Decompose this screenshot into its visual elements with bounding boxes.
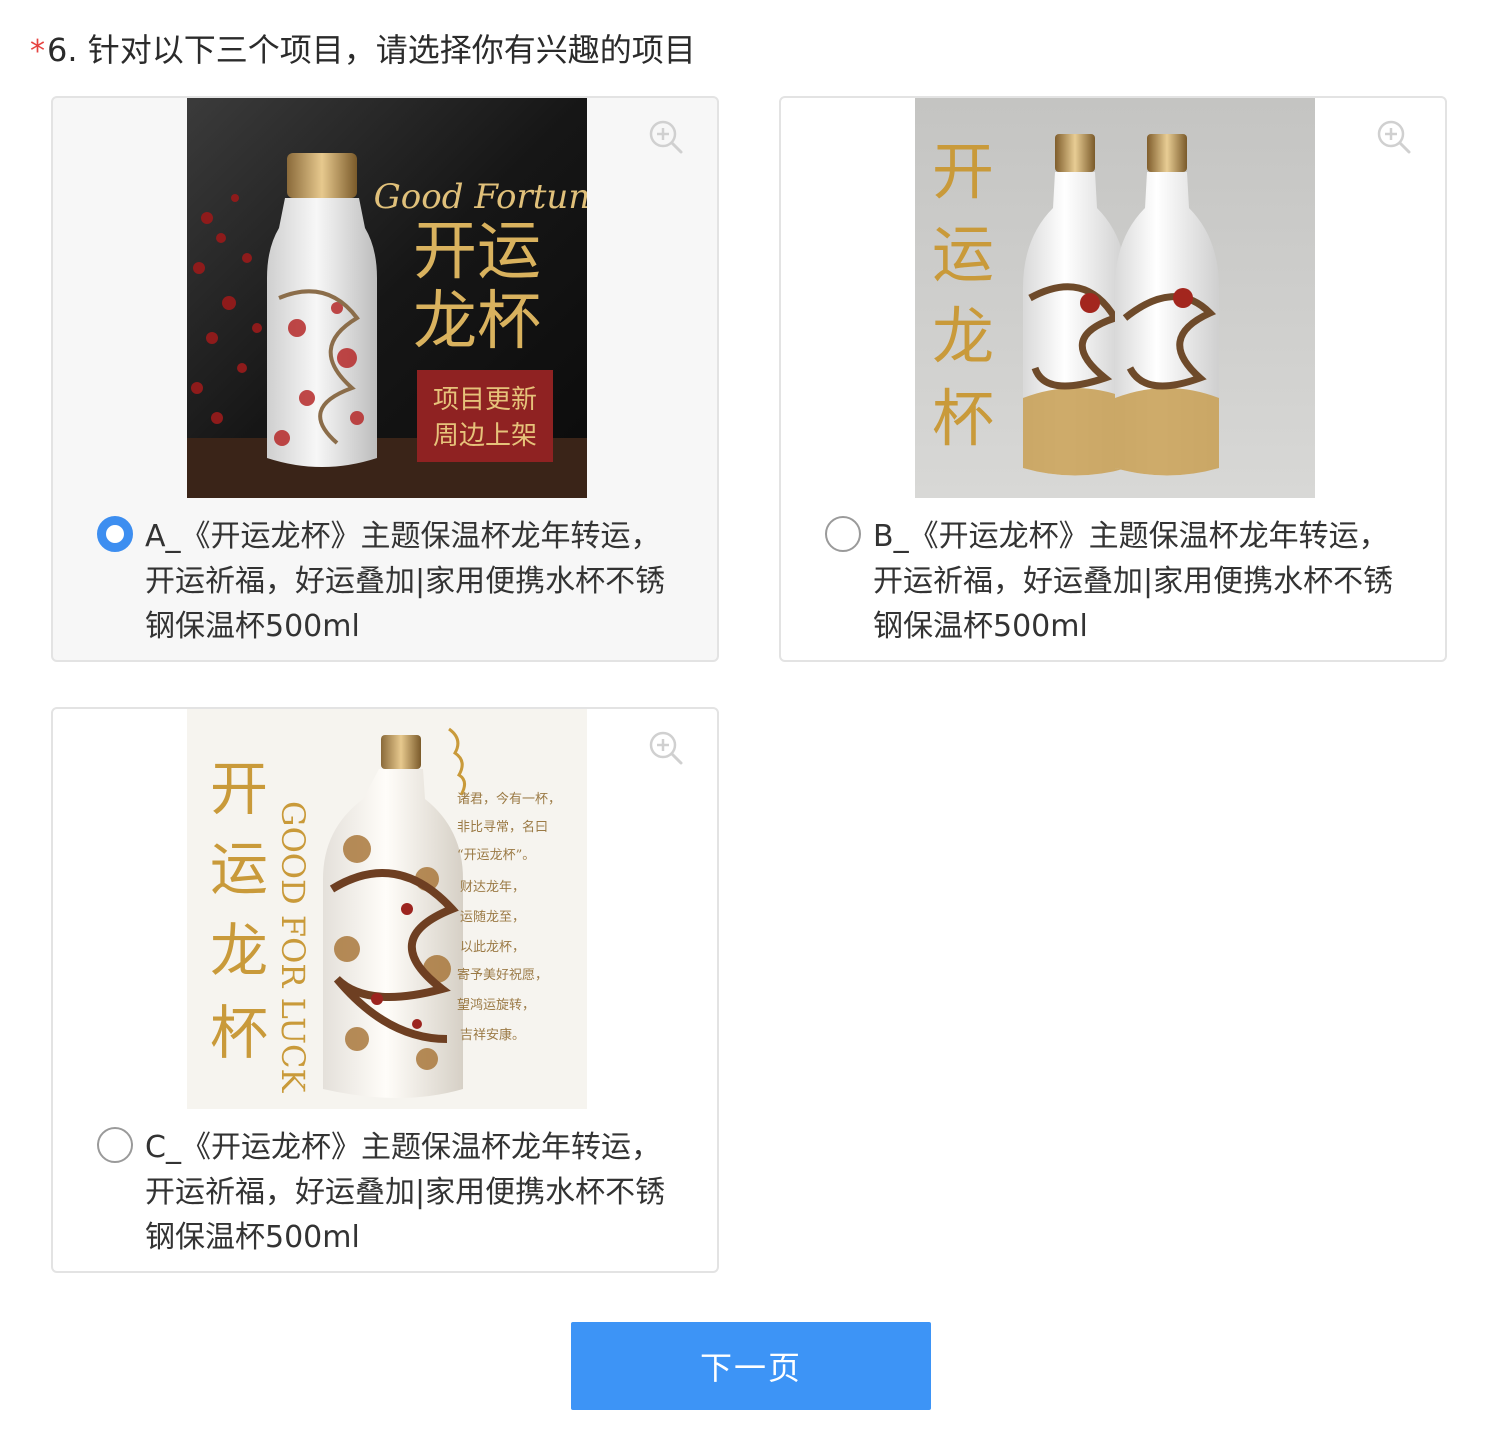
option-b-label[interactable]: B_《开运龙杯》主题保温杯龙年转运，开运祈福，好运叠加|家用便携水杯不锈钢保温杯… bbox=[873, 514, 1403, 649]
option-c-char-1: 开 bbox=[210, 755, 268, 823]
poem-line-8: 望鸿运旋转， bbox=[457, 997, 535, 1013]
option-a-brand-text: Good Fortune bbox=[374, 177, 587, 217]
option-a-illustration: Good Fortune 开运 龙杯 项目更新 周边上架 bbox=[187, 98, 587, 498]
zoom-in-icon[interactable] bbox=[1375, 118, 1413, 156]
required-asterisk: * bbox=[30, 34, 45, 69]
option-c-illustration: 开 运 龙 杯 GOOD FOR LUCK 诸君，今有一杯， 非比寻常，名曰 “… bbox=[187, 709, 587, 1109]
option-c-english-text: GOOD FOR LUCK bbox=[274, 801, 312, 1094]
option-b-char-1: 开 bbox=[932, 135, 994, 208]
option-c-char-3: 龙 bbox=[210, 917, 268, 985]
option-c-image[interactable]: 开 运 龙 杯 GOOD FOR LUCK 诸君，今有一杯， 非比寻常，名曰 “… bbox=[187, 709, 587, 1109]
radio-button-c[interactable] bbox=[97, 1127, 133, 1163]
poem-line-2: 非比寻常，名曰 bbox=[457, 819, 548, 835]
option-b-image[interactable]: 开 运 龙 杯 bbox=[915, 98, 1315, 498]
poem-line-1: 诸君，今有一杯， bbox=[457, 791, 561, 807]
question-title: *6. 针对以下三个项目，请选择你有兴趣的项目 bbox=[30, 28, 696, 74]
option-a-label[interactable]: A_《开运龙杯》主题保温杯龙年转运，开运祈福，好运叠加|家用便携水杯不锈钢保温杯… bbox=[145, 514, 675, 649]
radio-button-b[interactable] bbox=[825, 516, 861, 552]
survey-page: *6. 针对以下三个项目，请选择你有兴趣的项目 Good Fortune 开运 … bbox=[0, 0, 1498, 1450]
option-c-label[interactable]: C_《开运龙杯》主题保温杯龙年转运，开运祈福，好运叠加|家用便携水杯不锈钢保温杯… bbox=[145, 1125, 675, 1260]
option-b-char-4: 杯 bbox=[932, 382, 994, 455]
option-a-image[interactable]: Good Fortune 开运 龙杯 项目更新 周边上架 bbox=[187, 98, 587, 498]
option-c-char-4: 杯 bbox=[210, 999, 268, 1067]
option-a-title-line1: 开运 bbox=[413, 215, 541, 289]
option-a-badge-line1: 项目更新 bbox=[433, 385, 537, 415]
zoom-in-icon[interactable] bbox=[647, 729, 685, 767]
option-c-char-2: 运 bbox=[210, 835, 268, 903]
option-card-a[interactable]: Good Fortune 开运 龙杯 项目更新 周边上架 A_《开运龙杯》主题保… bbox=[51, 96, 719, 662]
radio-button-a[interactable] bbox=[97, 516, 133, 552]
poem-line-3: “开运龙杯”。 bbox=[457, 848, 535, 863]
option-card-b[interactable]: 开 运 龙 杯 B_《开运龙杯》主题保温杯龙年转运，开运祈福，好运叠加|家用便携… bbox=[779, 96, 1447, 662]
poem-line-6: 以此龙杯， bbox=[460, 940, 525, 955]
option-b-char-3: 龙 bbox=[932, 300, 994, 373]
option-a-title-line2: 龙杯 bbox=[413, 285, 541, 359]
question-text: 6. 针对以下三个项目，请选择你有兴趣的项目 bbox=[47, 31, 696, 69]
next-page-button[interactable]: 下一页 bbox=[571, 1322, 931, 1410]
zoom-in-icon[interactable] bbox=[647, 118, 685, 156]
option-a-badge-line2: 周边上架 bbox=[433, 421, 537, 451]
option-b-illustration: 开 运 龙 杯 bbox=[915, 98, 1315, 498]
poem-line-5: 运随龙至， bbox=[460, 910, 525, 925]
poem-line-9: 吉祥安康。 bbox=[460, 1027, 525, 1043]
poem-line-7: 寄予美好祝愿， bbox=[457, 967, 548, 983]
poem-line-4: 财达龙年， bbox=[460, 880, 525, 895]
option-card-c[interactable]: 开 运 龙 杯 GOOD FOR LUCK 诸君，今有一杯， 非比寻常，名曰 “… bbox=[51, 707, 719, 1273]
option-b-char-2: 运 bbox=[932, 218, 994, 291]
